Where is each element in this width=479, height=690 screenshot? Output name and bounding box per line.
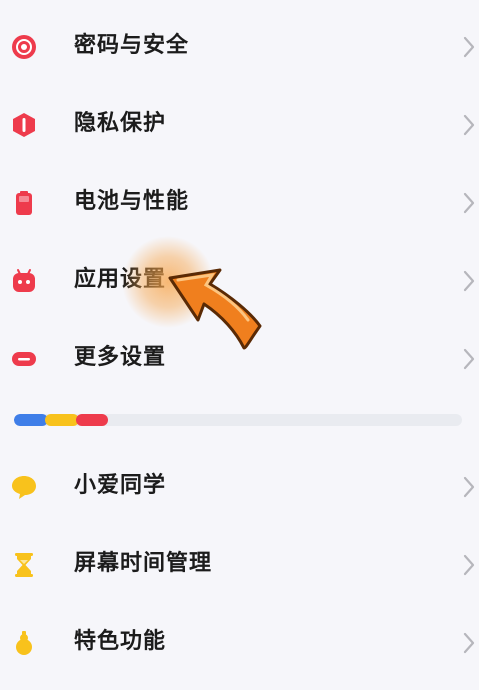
chat-bubble-icon [11, 474, 37, 500]
gourd-icon [11, 630, 37, 656]
settings-row-label: 电池与性能 [74, 189, 190, 214]
settings-row-special-features[interactable]: 特色功能 [0, 610, 479, 674]
chevron-right-icon [463, 476, 475, 498]
settings-row-label: 小爱同学 [74, 473, 167, 498]
settings-row-label: 屏幕时间管理 [74, 551, 213, 576]
settings-row-password-security[interactable]: 密码与安全 [0, 14, 479, 78]
chevron-right-icon [463, 554, 475, 576]
settings-row-label: 特色功能 [74, 629, 167, 654]
settings-row-label: 应用设置 [74, 267, 167, 292]
settings-row-screen-time[interactable]: 屏幕时间管理 [0, 532, 479, 596]
shield-hexagon-icon [11, 112, 37, 138]
settings-row-label: 隐私保护 [74, 111, 167, 136]
battery-icon [11, 190, 37, 216]
lock-target-icon [11, 34, 37, 60]
pill-icon [11, 346, 37, 372]
chevron-right-icon [463, 36, 475, 58]
android-robot-icon [11, 268, 37, 294]
settings-row-app-settings[interactable]: 应用设置 [0, 248, 479, 312]
chevron-right-icon [463, 192, 475, 214]
settings-row-xiaoai[interactable]: 小爱同学 [0, 454, 479, 518]
divider-segment-yellow [45, 414, 79, 426]
settings-row-more-settings[interactable]: 更多设置 [0, 326, 479, 390]
chevron-right-icon [463, 114, 475, 136]
section-divider [14, 414, 462, 426]
divider-segment-red [76, 414, 108, 426]
hourglass-icon [11, 552, 37, 578]
settings-row-privacy[interactable]: 隐私保护 [0, 92, 479, 156]
settings-row-label: 密码与安全 [74, 33, 190, 58]
chevron-right-icon [463, 348, 475, 370]
settings-row-battery-performance[interactable]: 电池与性能 [0, 170, 479, 234]
divider-segment-blue [14, 414, 48, 426]
chevron-right-icon [463, 632, 475, 654]
settings-row-label: 更多设置 [74, 345, 167, 370]
settings-list: 密码与安全 隐私保护 电池与性能 应用设置 更多设置 小爱同学 屏幕时间管理 特… [0, 0, 479, 690]
chevron-right-icon [463, 270, 475, 292]
